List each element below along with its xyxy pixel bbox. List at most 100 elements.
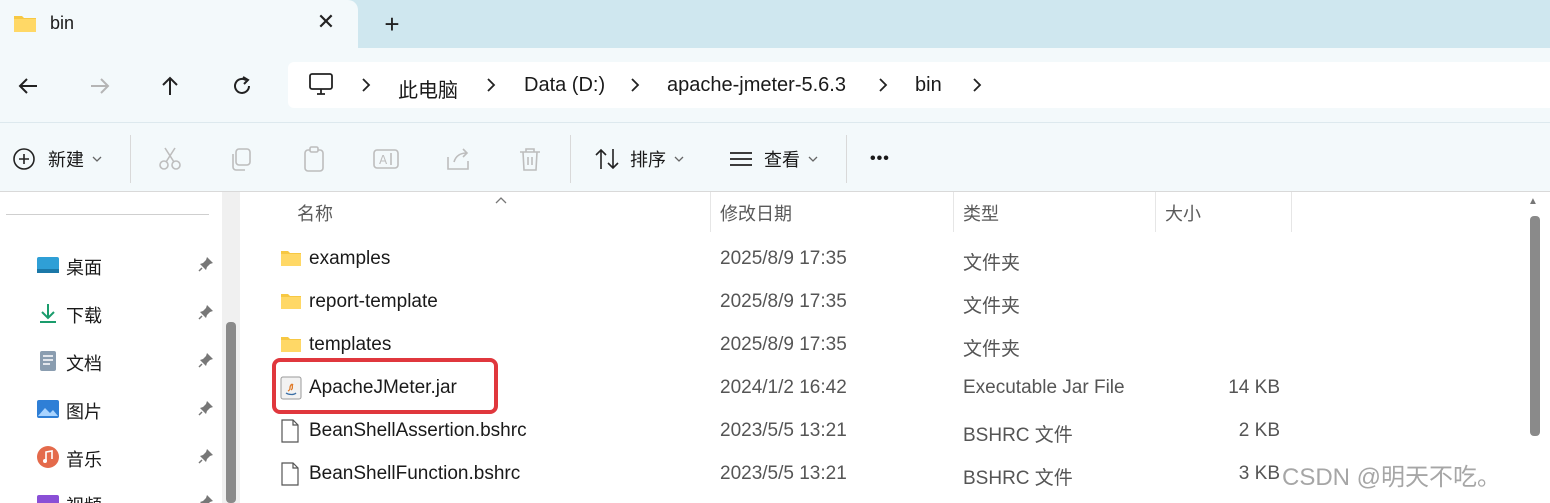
file-type: 文件夹 <box>963 253 1021 274</box>
file-name: templates <box>309 334 392 355</box>
file-size: 14 KB <box>1228 377 1280 398</box>
watermark: CSDN @明天不吃。 <box>1282 464 1502 491</box>
breadcrumb-data-drive[interactable]: Data (D:) <box>524 74 605 97</box>
chevron-down-icon <box>808 156 818 162</box>
column-header-modified[interactable]: 修改日期 <box>720 200 792 226</box>
column-divider[interactable] <box>1155 192 1156 232</box>
tab-title: bin <box>50 13 75 33</box>
chevron-right-icon <box>629 76 641 99</box>
sidebar-item-pictures[interactable]: 图片 <box>36 394 226 424</box>
file-type: Executable Jar File <box>963 377 1125 398</box>
column-header-name[interactable]: 名称 <box>297 200 333 226</box>
forward-button[interactable] <box>84 70 116 102</box>
pin-icon[interactable] <box>198 304 214 325</box>
music-icon <box>36 445 60 469</box>
navigation-bar: 此电脑 Data (D:) apache-jmeter-5.6.3 bin <box>0 48 1550 122</box>
copy-button[interactable] <box>228 145 256 173</box>
new-tab-button[interactable]: + <box>378 10 406 38</box>
file-name: BeanShellAssertion.bshrc <box>309 420 527 441</box>
scroll-up-icon[interactable]: ▲ <box>1528 196 1538 207</box>
file-modified: 2025/8/9 17:35 <box>720 248 847 269</box>
sidebar-item-documents[interactable]: 文档 <box>36 346 226 376</box>
sort-ascending-icon <box>494 192 508 208</box>
arrow-up-icon <box>162 76 178 95</box>
pin-icon[interactable] <box>198 256 214 277</box>
breadcrumb-jmeter-folder[interactable]: apache-jmeter-5.6.3 <box>667 74 846 97</box>
file-name: examples <box>309 248 391 269</box>
table-row[interactable]: BeanShellAssertion.bshrc 2023/5/5 13:21 … <box>248 412 1528 452</box>
copy-icon <box>232 148 251 171</box>
column-header-size[interactable]: 大小 <box>1165 200 1201 226</box>
new-button[interactable]: 新建 <box>12 145 102 173</box>
up-button[interactable] <box>154 70 186 102</box>
sidebar-item-label: 下载 <box>66 306 102 326</box>
file-modified: 2023/5/5 13:21 <box>720 463 847 484</box>
sidebar-item-desktop[interactable]: 桌面 <box>36 250 226 280</box>
arrow-right-icon <box>91 78 110 94</box>
view-list-icon <box>730 152 752 166</box>
back-button[interactable] <box>12 70 44 102</box>
scrollbar-thumb[interactable] <box>1530 216 1540 436</box>
sort-button[interactable]: 排序 <box>594 145 684 173</box>
refresh-button[interactable] <box>226 70 258 102</box>
sidebar-item-music[interactable]: 音乐 <box>36 442 226 472</box>
folder-icon <box>280 335 302 358</box>
paste-button[interactable] <box>300 145 328 173</box>
breadcrumb-bin[interactable]: bin <box>915 74 942 97</box>
breadcrumb-this-pc[interactable]: 此电脑 <box>398 74 458 103</box>
cut-button[interactable] <box>156 145 184 173</box>
table-row[interactable]: report-template 2025/8/9 17:35 文件夹 <box>248 283 1528 323</box>
arrow-left-icon <box>18 78 37 94</box>
file-list-scrollbar[interactable]: ▲ <box>1526 192 1550 503</box>
video-icon <box>36 491 60 503</box>
sidebar-scrollbar-thumb[interactable] <box>226 322 236 503</box>
file-size: 3 KB <box>1238 463 1280 484</box>
file-name: BeanShellFunction.bshrc <box>309 463 521 484</box>
view-label: 查看 <box>764 150 800 170</box>
view-button[interactable]: 查看 <box>728 145 818 173</box>
pin-icon[interactable] <box>198 400 214 421</box>
computer-icon <box>308 72 334 101</box>
column-divider[interactable] <box>953 192 954 232</box>
file-modified: 2025/8/9 17:35 <box>720 334 847 355</box>
desktop-icon <box>36 253 60 277</box>
divider <box>6 214 209 215</box>
file-modified: 2025/8/9 17:35 <box>720 291 847 312</box>
divider <box>570 135 571 183</box>
pin-icon[interactable] <box>198 352 214 373</box>
file-modified: 2024/1/2 16:42 <box>720 377 847 398</box>
column-divider[interactable] <box>1291 192 1292 232</box>
sidebar-item-downloads[interactable]: 下载 <box>36 298 226 328</box>
rename-button[interactable]: A <box>372 145 400 173</box>
svg-text:A: A <box>379 153 388 167</box>
chevron-right-icon <box>485 76 497 99</box>
folder-icon <box>280 249 302 272</box>
tab-bin[interactable]: bin ✕ <box>0 0 358 48</box>
sidebar-item-label: 音乐 <box>66 450 102 470</box>
column-header-type[interactable]: 类型 <box>963 200 999 226</box>
delete-button[interactable] <box>516 145 544 173</box>
rename-icon: A <box>373 149 399 169</box>
sort-icon <box>595 148 619 170</box>
address-bar[interactable]: 此电脑 Data (D:) apache-jmeter-5.6.3 bin <box>288 62 1550 108</box>
divider <box>130 135 131 183</box>
clipboard-icon <box>304 146 324 172</box>
column-divider[interactable] <box>710 192 711 232</box>
more-options-button[interactable]: ••• <box>870 145 890 173</box>
new-label: 新建 <box>48 150 84 170</box>
command-bar: 新建 A 排序 查看 ••• <box>0 122 1550 192</box>
file-icon <box>280 462 300 491</box>
scissors-icon <box>159 147 181 170</box>
close-tab-button[interactable]: ✕ <box>314 10 338 34</box>
file-type: BSHRC 文件 <box>963 425 1073 446</box>
sidebar-item-label: 文档 <box>66 354 102 374</box>
table-row[interactable]: examples 2025/8/9 17:35 文件夹 <box>248 240 1528 280</box>
share-button[interactable] <box>444 145 472 173</box>
pin-icon[interactable] <box>198 494 214 503</box>
sidebar-item-label: 图片 <box>66 402 102 422</box>
pin-icon[interactable] <box>198 448 214 469</box>
file-type: 文件夹 <box>963 339 1021 360</box>
file-type: 文件夹 <box>963 296 1021 317</box>
sidebar-item-videos[interactable]: 视频 <box>36 488 226 503</box>
sort-label: 排序 <box>630 150 666 170</box>
